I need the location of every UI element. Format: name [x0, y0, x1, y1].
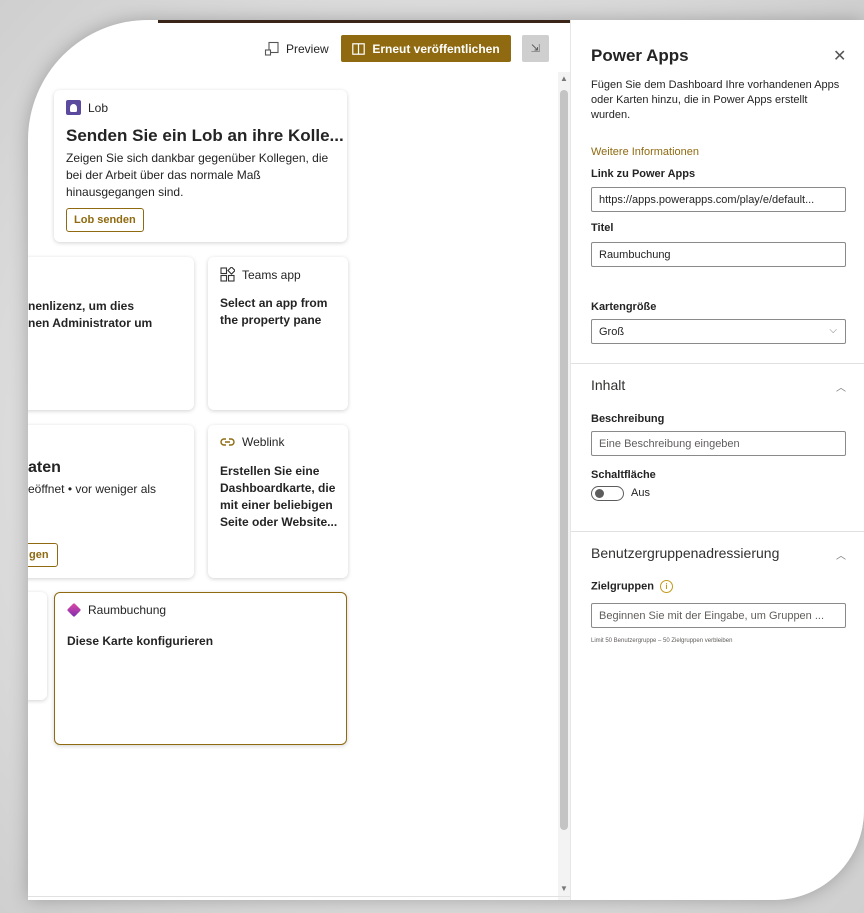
lob-card-title: Senden Sie ein Lob an ihre Kolle...: [66, 126, 344, 145]
audience-hint: Limit 50 Benutzergruppe – 50 Zielgruppen…: [591, 638, 733, 644]
partial-license-card[interactable]: nenlizenz, um dies nen Administrator um: [28, 257, 194, 410]
lob-card-header: Lob: [66, 100, 108, 115]
button-label: Schaltfläche: [591, 469, 656, 481]
audience-section-header[interactable]: Benutzergruppenadressierung: [591, 545, 779, 561]
audience-label: Zielgruppen: [591, 580, 654, 593]
title-input[interactable]: Raumbuchung: [591, 242, 846, 267]
teams-card-header: Teams app: [220, 267, 301, 282]
close-icon[interactable]: ✕: [833, 46, 846, 66]
chevron-up-icon[interactable]: ︿: [836, 547, 846, 562]
republish-label: Erneut veröffentlichen: [372, 41, 500, 56]
dashboard-editor: Preview Erneut veröffentlichen ⇲ Lob Sen…: [28, 20, 864, 900]
lob-card[interactable]: Lob Senden Sie ein Lob an ihre Kolle... …: [54, 90, 347, 242]
teams-app-icon: [220, 267, 235, 282]
title-label: Titel: [591, 222, 614, 234]
weblink-card-body: Erstellen Sie eine Dashboardkarte, die m…: [220, 464, 338, 529]
pane-title: Power Apps: [591, 46, 689, 65]
preview-label: Preview: [286, 42, 329, 56]
button-toggle-label: Aus: [631, 487, 650, 499]
property-pane: Power Apps ✕ Fügen Sie dem Dashboard Ihr…: [570, 20, 864, 900]
link-icon: [220, 438, 235, 446]
scroll-thumb[interactable]: [560, 90, 568, 830]
lob-card-description: Zeigen Sie sich dankbar gegenüber Kolleg…: [66, 151, 329, 199]
partial-file-button[interactable]: gen: [28, 543, 58, 567]
divider: [571, 363, 864, 364]
partial-left-card[interactable]: [28, 592, 47, 700]
power-apps-link-input[interactable]: https://apps.powerapps.com/play/e/defaul…: [591, 187, 846, 212]
raumbuchung-card-header: Raumbuchung: [66, 602, 167, 618]
description-input[interactable]: Eine Beschreibung eingeben: [591, 431, 846, 456]
link-label: Link zu Power Apps: [591, 168, 696, 180]
content-section-header[interactable]: Inhalt: [591, 377, 625, 393]
chevron-down-icon: ⌵: [829, 325, 837, 336]
canvas-scrollbar[interactable]: ▲ ▼: [558, 72, 570, 900]
card-size-dropdown[interactable]: Groß ⌵: [591, 319, 846, 344]
send-lob-button[interactable]: Lob senden: [66, 208, 144, 232]
partial-file-subtitle: eöffnet • vor weniger als: [28, 482, 157, 496]
raumbuchung-card-header-label: Raumbuchung: [88, 603, 167, 617]
partial-file-title: aten: [28, 459, 61, 476]
raumbuchung-card[interactable]: Raumbuchung Diese Karte konfigurieren: [54, 592, 347, 745]
lob-card-header-label: Lob: [88, 100, 109, 115]
button-toggle[interactable]: [591, 486, 624, 501]
card-size-label: Kartengröße: [591, 301, 657, 313]
republish-button[interactable]: Erneut veröffentlichen: [341, 35, 511, 62]
teams-card-header-label: Teams app: [242, 267, 301, 282]
partial-license-line-1: nenlizenz, um dies: [28, 299, 135, 313]
raumbuchung-card-body: Diese Karte konfigurieren: [67, 634, 214, 648]
partial-license-line-2: nen Administrator um: [28, 316, 153, 330]
collapse-icon: ⇲: [530, 43, 541, 55]
book-icon: [352, 42, 366, 55]
pane-intro: Fügen Sie dem Dashboard Ihre vorhandenen…: [591, 79, 840, 121]
weblink-card[interactable]: Weblink Erstellen Sie eine Dashboardkart…: [208, 425, 348, 578]
collapse-button[interactable]: ⇲: [522, 35, 549, 62]
weblink-card-header: Weblink: [220, 435, 284, 449]
preview-button[interactable]: Preview: [264, 36, 329, 62]
info-icon[interactable]: i: [659, 580, 673, 593]
canvas-bottom-divider: [28, 896, 570, 897]
partial-file-card[interactable]: aten eöffnet • vor weniger als gen: [28, 425, 194, 578]
toggle-knob: [595, 489, 604, 498]
chevron-up-icon[interactable]: ︿: [836, 379, 846, 394]
scroll-up-icon[interactable]: ▲: [559, 74, 569, 83]
preview-icon: [264, 41, 279, 56]
description-label: Beschreibung: [591, 413, 665, 425]
divider: [571, 531, 864, 532]
teams-app-card[interactable]: Teams app Select an app from the propert…: [208, 257, 348, 410]
audience-input[interactable]: Beginnen Sie mit der Eingabe, um Gruppen…: [591, 603, 846, 628]
lob-icon: [66, 100, 81, 115]
audience-label-row: Zielgruppen i: [591, 580, 673, 593]
card-size-value: Groß: [599, 325, 625, 338]
teams-card-body: Select an app from the property pane: [220, 296, 328, 327]
weblink-card-header-label: Weblink: [242, 435, 285, 449]
scroll-down-icon[interactable]: ▼: [559, 884, 569, 893]
power-apps-icon: [66, 602, 82, 618]
more-info-link[interactable]: Weitere Informationen: [591, 146, 699, 158]
screenshot-frame: Preview Erneut veröffentlichen ⇲ Lob Sen…: [0, 0, 864, 913]
